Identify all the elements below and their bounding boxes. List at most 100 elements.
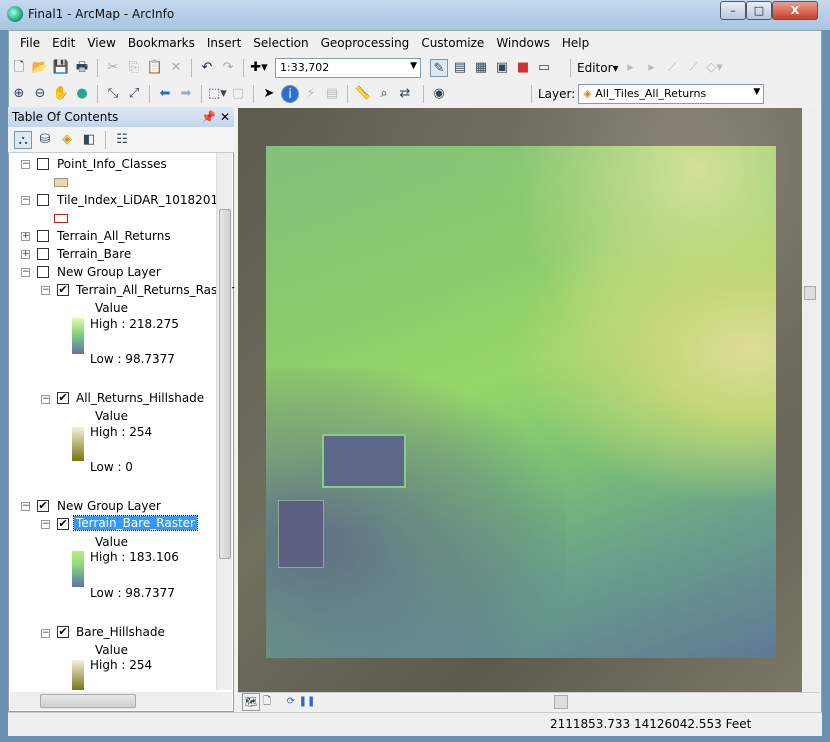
toc-horizontal-scrollbar[interactable] [10, 692, 232, 710]
pan-hand-icon[interactable]: ✋ [52, 85, 70, 103]
print-icon[interactable]: 🖶 [73, 59, 91, 77]
zoom-in-icon[interactable]: ⊕ [10, 85, 28, 103]
undo-icon[interactable]: ↶ [198, 59, 216, 77]
menu-geoprocessing[interactable]: Geoprocessing [321, 32, 417, 54]
select-elements-arrow-icon[interactable]: ➤ [260, 85, 278, 103]
straight-segment-icon[interactable]: ⟋ [664, 59, 682, 77]
html-popup-icon[interactable]: ▤ [323, 85, 341, 103]
scroll-thumb[interactable] [219, 209, 231, 559]
pin-icon[interactable]: 📌 [201, 110, 216, 124]
legend-high: High : 218.275 [90, 317, 179, 331]
options-icon[interactable]: ☷ [113, 131, 131, 149]
layer-checkbox[interactable]: ✔ [57, 626, 69, 638]
hyperlink-icon[interactable]: ⚡ [302, 85, 320, 103]
collapse-icon[interactable]: − [41, 629, 50, 638]
scroll-thumb[interactable] [554, 695, 568, 709]
minimize-button[interactable]: – [720, 1, 746, 20]
standard-toolbar: 🗋 📂 💾 🖶 ✂ ⎘ 📋 ✕ ↶ ↷ ✚▾ 1:33,702 ▼ ✎ ▤ ▦ ▣… [10, 56, 724, 80]
cut-icon[interactable]: ✂ [104, 59, 122, 77]
scale-combo[interactable]: 1:33,702 ▼ [275, 58, 421, 78]
identify-icon[interactable]: i [281, 85, 299, 103]
list-by-source-icon[interactable]: ⛁ [36, 131, 54, 149]
fixed-zoom-in-icon[interactable]: ⤡ [104, 85, 122, 103]
scroll-thumb[interactable] [804, 286, 816, 300]
trace-icon[interactable]: ◇▾ [706, 59, 724, 77]
menu-customize[interactable]: Customize [421, 32, 491, 54]
layer-checkbox[interactable] [37, 230, 49, 242]
separator [243, 59, 244, 77]
menu-insert[interactable]: Insert [207, 32, 248, 54]
menu-selection[interactable]: Selection [253, 32, 315, 54]
layer-checkbox[interactable] [37, 248, 49, 260]
edit-annotation-icon[interactable]: ▸ [643, 59, 661, 77]
edit-tool-icon[interactable]: ▸ [622, 59, 640, 77]
search-window-icon[interactable]: ▣ [493, 59, 511, 77]
save-icon[interactable]: 💾 [52, 59, 70, 77]
toc-vertical-scrollbar[interactable] [216, 153, 232, 690]
fixed-zoom-out-icon[interactable]: ⤢ [125, 85, 143, 103]
maximize-button[interactable]: □ [746, 1, 772, 20]
map-horizontal-scrollbar[interactable] [322, 695, 802, 709]
menu-file[interactable]: File [20, 32, 47, 54]
collapse-icon[interactable]: − [41, 395, 50, 404]
pause-drawing-icon[interactable]: ❚❚ [298, 693, 316, 711]
layer-checkbox[interactable]: ✔ [57, 284, 69, 296]
layer-name-selected[interactable]: Terrain_Bare_Raster [73, 515, 198, 531]
separator [201, 85, 202, 103]
coordinates-readout: 2111853.733 14126042.553 Feet [550, 717, 752, 731]
scroll-thumb[interactable] [40, 694, 136, 708]
layer-checkbox[interactable]: ✔ [57, 518, 69, 530]
delete-icon[interactable]: ✕ [167, 59, 185, 77]
collapse-icon[interactable]: − [21, 196, 30, 205]
menu-windows[interactable]: Windows [496, 32, 557, 54]
toc-window-icon[interactable]: ▤ [451, 59, 469, 77]
list-by-visibility-icon[interactable]: ◈ [58, 131, 76, 149]
menu-help[interactable]: Help [562, 32, 596, 54]
layer-checkbox[interactable]: ✔ [37, 500, 49, 512]
expand-icon[interactable]: + [21, 232, 30, 241]
collapse-icon[interactable]: − [41, 286, 50, 295]
arctoolbox-icon[interactable]: ■ [514, 59, 532, 77]
full-extent-globe-icon[interactable]: ● [73, 85, 91, 103]
list-by-drawing-order-icon[interactable]: ⛬ [14, 131, 32, 149]
collapse-icon[interactable]: − [21, 502, 30, 511]
back-arrow-icon[interactable]: ⬅ [156, 85, 174, 103]
layer-checkbox[interactable] [37, 158, 49, 170]
collapse-icon[interactable]: − [41, 520, 50, 529]
close-button[interactable]: X [772, 1, 818, 20]
measure-icon[interactable]: 📏 [354, 85, 372, 103]
layer-checkbox[interactable] [37, 266, 49, 278]
python-window-icon[interactable]: ▭ [535, 59, 553, 77]
menu-bookmarks[interactable]: Bookmarks [128, 32, 202, 54]
map-view[interactable] [238, 108, 802, 692]
time-slider-icon[interactable]: ◉ [430, 85, 448, 103]
catalog-icon[interactable]: ▦ [472, 59, 490, 77]
toc-close-icon[interactable]: ✕ [220, 110, 230, 124]
layer-combo[interactable]: ◈ All_Tiles_All_Returns ▼ [578, 84, 765, 104]
collapse-icon[interactable]: − [21, 160, 30, 169]
editor-menu[interactable]: Editor▾ [577, 61, 619, 75]
forward-arrow-icon[interactable]: ➡ [177, 85, 195, 103]
menu-edit[interactable]: Edit [52, 32, 82, 54]
redo-icon[interactable]: ↷ [219, 59, 237, 77]
copy-icon[interactable]: ⎘ [125, 59, 143, 77]
end-point-arc-icon[interactable]: ⟋ [685, 59, 703, 77]
add-data-icon[interactable]: ✚▾ [250, 59, 268, 77]
collapse-icon[interactable]: − [21, 268, 30, 277]
find-route-icon[interactable]: ⇄ [396, 85, 414, 103]
expand-icon[interactable]: + [21, 250, 30, 259]
layer-checkbox[interactable] [37, 194, 49, 206]
new-document-icon[interactable]: 🗋 [10, 59, 28, 77]
layer-checkbox[interactable]: ✔ [57, 392, 69, 404]
clear-selection-icon[interactable]: ▢ [229, 85, 247, 103]
map-vertical-scrollbar[interactable] [802, 108, 818, 692]
menu-view[interactable]: View [87, 32, 122, 54]
layout-view-icon[interactable]: 🗋 [258, 693, 276, 711]
editor-toolbar-icon[interactable]: ✎ [430, 59, 448, 77]
find-binoculars-icon[interactable]: ⌕ [375, 85, 393, 103]
open-folder-icon[interactable]: 📂 [31, 59, 49, 77]
list-by-selection-icon[interactable]: ◧ [80, 131, 98, 149]
paste-icon[interactable]: 📋 [146, 59, 164, 77]
select-features-icon[interactable]: ⬚▾ [208, 85, 227, 103]
zoom-out-icon[interactable]: ⊖ [31, 85, 49, 103]
